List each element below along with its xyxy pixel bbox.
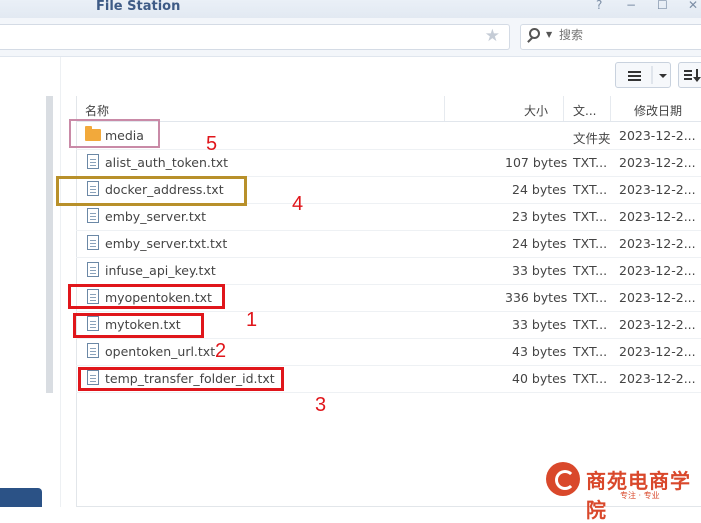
- file-modified: 2023-12-2...: [619, 263, 696, 278]
- annotation-number: 3: [315, 394, 327, 416]
- minimize-icon[interactable]: −: [626, 0, 636, 12]
- sort-button[interactable]: [678, 62, 701, 88]
- maximize-icon[interactable]: ☐: [657, 0, 668, 12]
- column-header-type[interactable]: 文...: [573, 102, 596, 119]
- file-type: TXT...: [573, 371, 608, 386]
- column-header-name[interactable]: 名称: [85, 102, 109, 119]
- table-row[interactable]: opentoken_url.txt 43 bytes TXT... 2023-1…: [76, 338, 701, 366]
- file-name: emby_server.txt.txt: [105, 236, 228, 251]
- search-icon[interactable]: [529, 28, 540, 39]
- file-name: emby_server.txt: [105, 209, 207, 224]
- file-modified: 2023-12-2...: [619, 371, 696, 386]
- column-divider: [444, 96, 445, 121]
- file-size: 107 bytes: [505, 155, 568, 170]
- file-type: TXT...: [573, 263, 608, 278]
- file-icon: [87, 235, 99, 250]
- annotation-number: 4: [292, 193, 304, 215]
- annotation-number: 2: [215, 340, 227, 362]
- file-size: 24 bytes: [512, 236, 567, 251]
- file-size: 40 bytes: [512, 371, 567, 386]
- annotation-number: 5: [206, 133, 218, 155]
- file-modified: 2023-12-2...: [619, 236, 696, 251]
- file-type: TXT...: [573, 344, 608, 359]
- annotation-number: 1: [246, 309, 258, 331]
- file-size: 23 bytes: [512, 209, 567, 224]
- table-row[interactable]: alist_auth_token.txt 107 bytes TXT... 20…: [76, 149, 701, 177]
- file-modified: 2023-12-2...: [619, 209, 696, 224]
- highlight-box-docker-address: [56, 176, 247, 206]
- file-icon: [87, 262, 99, 277]
- highlight-box-media: [69, 119, 160, 148]
- column-header-size[interactable]: 大小: [524, 102, 548, 119]
- column-divider: [563, 96, 564, 121]
- file-size: 33 bytes: [512, 263, 567, 278]
- file-size: 33 bytes: [512, 317, 567, 332]
- file-icon: [87, 343, 99, 358]
- file-size: 43 bytes: [512, 344, 567, 359]
- file-type: TXT...: [573, 155, 608, 170]
- file-modified: 2023-12-2...: [619, 182, 696, 197]
- table-row[interactable]: emby_server.txt.txt 24 bytes TXT... 2023…: [76, 230, 701, 258]
- file-modified: 2023-12-2...: [619, 290, 696, 305]
- highlight-box-mytoken: [73, 313, 204, 338]
- file-type: TXT...: [573, 236, 608, 251]
- file-size: 24 bytes: [512, 182, 567, 197]
- watermark-logo-subtitle: 专注 · 专业: [620, 491, 660, 500]
- column-header-modified[interactable]: 修改日期: [634, 102, 682, 119]
- star-icon[interactable]: ★: [485, 26, 500, 46]
- toolbar: ★ ▼: [0, 18, 701, 57]
- logo-icon: [546, 462, 580, 496]
- file-type: 文件夹: [573, 131, 611, 146]
- table-header: 名称 大小 文... 修改日期: [76, 96, 701, 122]
- highlight-box-myopentoken: [68, 284, 225, 309]
- file-type: TXT...: [573, 290, 608, 305]
- table-row[interactable]: infuse_api_key.txt 33 bytes TXT... 2023-…: [76, 257, 701, 285]
- file-type: TXT...: [573, 182, 608, 197]
- file-name: infuse_api_key.txt: [105, 263, 216, 278]
- title-bar: File Station ? − ☐ ✕: [0, 0, 701, 18]
- search-input[interactable]: [559, 28, 699, 42]
- file-modified: 2023-12-2...: [619, 128, 696, 143]
- file-type: TXT...: [573, 317, 608, 332]
- file-modified: 2023-12-2...: [619, 317, 696, 332]
- close-icon[interactable]: ✕: [688, 0, 698, 12]
- path-field[interactable]: ★: [0, 24, 510, 50]
- sidebar-scrollbar[interactable]: [46, 96, 53, 393]
- sidebar-action-button[interactable]: [0, 488, 42, 507]
- sort-icon: [684, 69, 701, 82]
- column-divider: [610, 96, 611, 121]
- highlight-box-temp-transfer: [78, 367, 284, 391]
- file-name: opentoken_url.txt: [105, 344, 216, 359]
- search-box[interactable]: ▼: [520, 24, 701, 50]
- table-row[interactable]: emby_server.txt 23 bytes TXT... 2023-12-…: [76, 203, 701, 231]
- chevron-down-icon[interactable]: ▼: [546, 30, 552, 39]
- file-icon: [87, 154, 99, 169]
- table-row[interactable]: media 文件夹 2023-12-2...: [76, 122, 701, 150]
- list-view-button[interactable]: [615, 62, 671, 88]
- window-title: File Station: [96, 0, 181, 14]
- sidebar-divider: [60, 57, 61, 507]
- file-modified: 2023-12-2...: [619, 344, 696, 359]
- file-modified: 2023-12-2...: [619, 155, 696, 170]
- file-size: 336 bytes: [505, 290, 568, 305]
- help-icon[interactable]: ?: [596, 0, 602, 12]
- file-icon: [87, 208, 99, 223]
- list-view-icon: [628, 66, 667, 84]
- file-type: TXT...: [573, 209, 608, 224]
- file-name: alist_auth_token.txt: [105, 155, 229, 170]
